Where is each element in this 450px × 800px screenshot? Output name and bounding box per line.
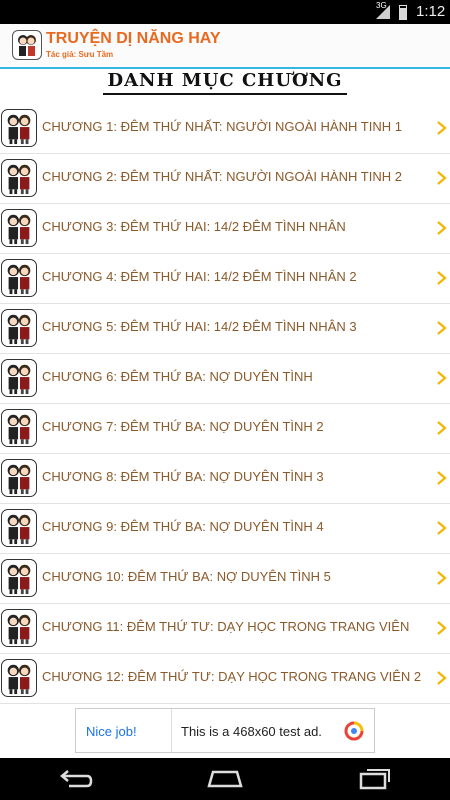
back-icon[interactable] <box>55 764 95 794</box>
adchoices-icon[interactable] <box>344 721 364 741</box>
couple-thumbnail-icon <box>1 109 37 147</box>
app-header: TRUYỆN DỊ NĂNG HAY Tác giả: Sưu Tầm <box>0 24 450 69</box>
chapter-list: CHƯƠNG 1: ĐÊM THỨ NHẤT: NGƯỜI NGOÀI HÀNH… <box>0 104 450 704</box>
app-title: TRUYỆN DỊ NĂNG HAY <box>46 30 221 47</box>
chapter-item[interactable]: CHƯƠNG 5: ĐÊM THỨ HAI: 14/2 ĐÊM TÌNH NHÂ… <box>0 304 450 354</box>
home-icon[interactable] <box>205 764 245 794</box>
couple-thumbnail-icon <box>1 259 37 297</box>
section-header: DANH MỤC CHƯƠNG <box>0 70 450 100</box>
chapter-item[interactable]: CHƯƠNG 4: ĐÊM THỨ HAI: 14/2 ĐÊM TÌNH NHÂ… <box>0 254 450 304</box>
chapter-label: CHƯƠNG 9: ĐÊM THỨ BA: NỢ DUYÊN TÌNH 4 <box>42 519 324 534</box>
couple-thumbnail-icon <box>1 159 37 197</box>
chapter-label: CHƯƠNG 1: ĐÊM THỨ NHẤT: NGƯỜI NGOÀI HÀNH… <box>42 119 402 134</box>
section-title: DANH MỤC CHƯƠNG <box>103 70 347 95</box>
chapter-item[interactable]: CHƯƠNG 11: ĐÊM THỨ TƯ: DẠY HỌC TRONG TRA… <box>0 604 450 654</box>
couple-thumbnail-icon <box>1 459 37 497</box>
signal-icon <box>376 5 390 19</box>
status-bar: 3G 1:12 <box>0 0 450 24</box>
app-logo-icon <box>12 30 42 60</box>
chapter-item[interactable]: CHƯƠNG 6: ĐÊM THỨ BA: NỢ DUYÊN TÌNH <box>0 354 450 404</box>
chevron-right-icon <box>437 521 447 535</box>
couple-thumbnail-icon <box>1 359 37 397</box>
couple-thumbnail-icon <box>1 659 37 697</box>
battery-icon <box>399 5 407 20</box>
chevron-right-icon <box>437 121 447 135</box>
app-subtitle: Tác giả: Sưu Tầm <box>46 50 114 59</box>
chapter-label: CHƯƠNG 3: ĐÊM THỨ HAI: 14/2 ĐÊM TÌNH NHÂ… <box>42 219 346 234</box>
chevron-right-icon <box>437 421 447 435</box>
ad-banner[interactable]: Nice job! This is a 468x60 test ad. <box>75 708 375 753</box>
chapter-item[interactable]: CHƯƠNG 12: ĐÊM THỨ TƯ: DẠY HỌC TRONG TRA… <box>0 654 450 704</box>
chapter-item[interactable]: CHƯƠNG 1: ĐÊM THỨ NHẤT: NGƯỜI NGOÀI HÀNH… <box>0 104 450 154</box>
chevron-right-icon <box>437 371 447 385</box>
recents-icon[interactable] <box>355 764 395 794</box>
navigation-bar <box>0 758 450 800</box>
chapter-item[interactable]: CHƯƠNG 9: ĐÊM THỨ BA: NỢ DUYÊN TÌNH 4 <box>0 504 450 554</box>
chevron-right-icon <box>437 271 447 285</box>
chapter-label: CHƯƠNG 4: ĐÊM THỨ HAI: 14/2 ĐÊM TÌNH NHÂ… <box>42 269 357 284</box>
chapter-item[interactable]: CHƯƠNG 3: ĐÊM THỨ HAI: 14/2 ĐÊM TÌNH NHÂ… <box>0 204 450 254</box>
chapter-label: CHƯƠNG 11: ĐÊM THỨ TƯ: DẠY HỌC TRONG TRA… <box>42 619 410 634</box>
chapter-item[interactable]: CHƯƠNG 10: ĐÊM THỨ BA: NỢ DUYÊN TÌNH 5 <box>0 554 450 604</box>
chapter-label: CHƯƠNG 12: ĐÊM THỨ TƯ: DẠY HỌC TRONG TRA… <box>42 669 422 684</box>
couple-thumbnail-icon <box>1 609 37 647</box>
chevron-right-icon <box>437 171 447 185</box>
chevron-right-icon <box>437 321 447 335</box>
couple-thumbnail-icon <box>1 409 37 447</box>
chevron-right-icon <box>437 471 447 485</box>
chevron-right-icon <box>437 221 447 235</box>
chapter-label: CHƯƠNG 2: ĐÊM THỨ NHẤT: NGƯỜI NGOÀI HÀNH… <box>42 169 402 184</box>
chapter-item[interactable]: CHƯƠNG 7: ĐÊM THỨ BA: NỢ DUYÊN TÌNH 2 <box>0 404 450 454</box>
chapter-label: CHƯƠNG 5: ĐÊM THỨ HAI: 14/2 ĐÊM TÌNH NHÂ… <box>42 319 357 334</box>
chevron-right-icon <box>437 671 447 685</box>
chapter-label: CHƯƠNG 8: ĐÊM THỨ BA: NỢ DUYÊN TÌNH 3 <box>42 469 324 484</box>
chapter-item[interactable]: CHƯƠNG 2: ĐÊM THỨ NHẤT: NGƯỜI NGOÀI HÀNH… <box>0 154 450 204</box>
chevron-right-icon <box>437 621 447 635</box>
chapter-label: CHƯƠNG 6: ĐÊM THỨ BA: NỢ DUYÊN TÌNH <box>42 369 313 384</box>
ad-text: This is a 468x60 test ad. <box>181 724 322 739</box>
couple-thumbnail-icon <box>1 559 37 597</box>
ad-cta[interactable]: Nice job! <box>86 724 137 739</box>
ad-divider <box>171 709 172 752</box>
couple-thumbnail-icon <box>1 209 37 247</box>
couple-thumbnail-icon <box>1 509 37 547</box>
couple-thumbnail-icon <box>1 309 37 347</box>
chapter-label: CHƯƠNG 7: ĐÊM THỨ BA: NỢ DUYÊN TÌNH 2 <box>42 419 324 434</box>
chevron-right-icon <box>437 571 447 585</box>
chapter-item[interactable]: CHƯƠNG 8: ĐÊM THỨ BA: NỢ DUYÊN TÌNH 3 <box>0 454 450 504</box>
status-time: 1:12 <box>416 3 446 20</box>
chapter-label: CHƯƠNG 10: ĐÊM THỨ BA: NỢ DUYÊN TÌNH 5 <box>42 569 331 584</box>
